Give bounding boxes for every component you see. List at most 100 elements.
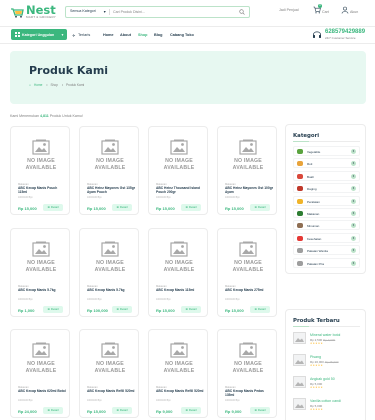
breadcrumb-home[interactable]: Home bbox=[34, 83, 43, 87]
nav-link-blog[interactable]: Blog bbox=[154, 33, 162, 37]
product-name[interactable]: ABC Kecap Manis 115ml bbox=[156, 288, 204, 293]
chevron-down-icon[interactable]: ▼ bbox=[103, 10, 106, 14]
new-product-item[interactable]: Angkak gold 50 Rp 5,000 ★★★★★ bbox=[293, 376, 360, 390]
product-detail-button[interactable]: ⊕ Detail bbox=[250, 407, 270, 414]
product-card[interactable]: NO IMAGE AVAILABLE Makanan ABC Heinz Thousa… bbox=[148, 126, 208, 215]
search-category-select[interactable]: Semua Kategori bbox=[70, 9, 96, 13]
new-product-item[interactable]: Mineral water botol Rp 2,500 Rp 3,000 ★★★★… bbox=[293, 332, 360, 346]
product-card[interactable]: NO IMAGE AVAILABLE Makanan ABC Kecap Manis … bbox=[217, 228, 277, 317]
product-detail-button[interactable]: ⊕ Detail bbox=[250, 306, 270, 313]
category-item[interactable]: Peralatan 6 bbox=[293, 195, 360, 206]
product-name[interactable]: ABC Kecap Manis Pedas 135ml bbox=[225, 389, 273, 398]
nav-link-terlaris[interactable]: Terlaris bbox=[78, 33, 90, 37]
product-detail-button[interactable]: ⊕ Detail bbox=[112, 407, 132, 414]
new-product-name[interactable]: Mineral water botol bbox=[310, 333, 340, 337]
new-product-item[interactable]: Vanilla cotton candi Rp 5,000 ★★★★★ bbox=[293, 398, 360, 412]
search-divider bbox=[109, 9, 110, 15]
product-detail-button[interactable]: ⊕ Detail bbox=[250, 204, 270, 211]
category-item[interactable]: Makanan 6 bbox=[293, 208, 360, 218]
product-name[interactable]: ABC Kecap Manis Refill 520ml bbox=[156, 389, 204, 394]
category-item[interactable]: Pakaian Wanita 6 bbox=[293, 245, 360, 256]
product-name[interactable]: ABC Kecap Manis 5.7kg bbox=[18, 288, 66, 293]
product-card[interactable]: NO IMAGE AVAILABLE Makanan ABC Heinz Mayone… bbox=[217, 126, 277, 215]
product-detail-button[interactable]: ⊕ Detail bbox=[181, 407, 201, 414]
category-item[interactable]: Minuman 6 bbox=[293, 220, 360, 231]
new-product-item[interactable]: Pisang Rp 20,000 Rp 25,000 ★★★★★ bbox=[293, 354, 360, 368]
product-price: Rp 1,000 bbox=[18, 308, 35, 313]
new-product-name[interactable]: Angkak gold 50 bbox=[310, 377, 335, 381]
category-item[interactable]: Kesehatan 6 bbox=[293, 232, 360, 243]
product-image-placeholder[interactable]: NO IMAGE AVAILABLE bbox=[226, 137, 270, 181]
product-image-placeholder[interactable]: NO IMAGE AVAILABLE bbox=[19, 340, 63, 384]
product-detail-button[interactable]: ⊕ Detail bbox=[181, 204, 201, 211]
product-detail-button[interactable]: ⊕ Detail bbox=[43, 204, 63, 211]
product-name[interactable]: ABC Kecap Manis Pouch 115ml bbox=[18, 186, 66, 195]
new-products-title-underline bbox=[293, 326, 360, 327]
category-item[interactable]: Daging 6 bbox=[293, 183, 360, 194]
results-prefix: Kami Menemukan bbox=[10, 114, 39, 118]
product-name[interactable]: ABC Heinz Mayones Gst 135gr Ayam Pouch bbox=[87, 186, 135, 195]
breadcrumb-shop[interactable]: Shop bbox=[50, 83, 57, 87]
product-card[interactable]: NO IMAGE AVAILABLE Makanan ABC Kecap Manis … bbox=[10, 228, 70, 317]
product-detail-button[interactable]: ⊕ Detail bbox=[112, 204, 132, 211]
product-image-placeholder[interactable]: NO IMAGE AVAILABLE bbox=[157, 340, 201, 384]
product-card[interactable]: NO IMAGE AVAILABLE Makanan ABC Kecap Manis … bbox=[79, 329, 139, 418]
nav-link-cabang-toko[interactable]: Cabang Toko bbox=[170, 33, 194, 37]
category-item[interactable]: Pakaian Pria 6 bbox=[293, 257, 360, 268]
product-image-placeholder[interactable]: NO IMAGE AVAILABLE bbox=[88, 137, 132, 181]
support-phone[interactable]: 628579429889 24/7 Customer Service bbox=[312, 29, 372, 43]
brand-logo[interactable]: Nest MART & GROCERY bbox=[10, 4, 58, 22]
nav-link-about[interactable]: About bbox=[120, 33, 131, 37]
cart-button[interactable]: 0 Cart bbox=[313, 4, 335, 18]
product-detail-button[interactable]: ⊕ Detail bbox=[43, 407, 63, 414]
product-image-placeholder[interactable]: NO IMAGE AVAILABLE bbox=[226, 340, 270, 384]
product-card[interactable]: NO IMAGE AVAILABLE Makanan ABC Kecap Manis … bbox=[217, 329, 277, 418]
new-product-name[interactable]: Vanilla cotton candi bbox=[310, 399, 341, 403]
product-image-placeholder[interactable]: NO IMAGE AVAILABLE bbox=[157, 239, 201, 283]
product-image-placeholder[interactable]: NO IMAGE AVAILABLE bbox=[88, 239, 132, 283]
category-panel-title: Kategori bbox=[293, 133, 320, 139]
results-number: 4,811 bbox=[39, 114, 49, 118]
nav-link-home[interactable]: Home bbox=[103, 33, 114, 37]
product-name[interactable]: ABC Kecap Manis Refill 520ml bbox=[87, 389, 135, 394]
product-detail-label: Detail bbox=[119, 205, 128, 209]
product-detail-button[interactable]: ⊕ Detail bbox=[43, 306, 63, 313]
product-name[interactable]: ABC Kecap Manis 275ml bbox=[225, 288, 273, 293]
category-item[interactable]: Vegetable 6 bbox=[293, 146, 360, 156]
category-count-badge: 6 bbox=[351, 186, 356, 192]
product-image-placeholder[interactable]: NO IMAGE AVAILABLE bbox=[157, 137, 201, 181]
product-name[interactable]: ABC Kecap Manis 5.7kg bbox=[87, 288, 135, 293]
product-detail-button[interactable]: ⊕ Detail bbox=[181, 306, 201, 313]
product-vendor: 1000/100 Bijo bbox=[87, 196, 102, 199]
rating-stars-icon: ★★★★★ bbox=[310, 408, 324, 411]
product-image-placeholder[interactable]: NO IMAGE AVAILABLE bbox=[226, 239, 270, 283]
search-icon[interactable] bbox=[239, 9, 245, 15]
product-name[interactable]: ABC Heinz Thousand Island Pouch 200gr bbox=[156, 186, 204, 195]
nav-link-shop[interactable]: Shop bbox=[138, 33, 148, 37]
account-button[interactable]: Akun bbox=[341, 6, 367, 18]
product-name[interactable]: ABC Kecap Manis 620ml Botol bbox=[18, 389, 66, 394]
product-card[interactable]: NO IMAGE AVAILABLE Makanan ABC Kecap Manis … bbox=[148, 228, 208, 317]
product-card[interactable]: NO IMAGE AVAILABLE Makanan ABC Kecap Manis … bbox=[148, 329, 208, 418]
seller-link[interactable]: Jadi Penjual bbox=[279, 8, 299, 12]
product-card[interactable]: NO IMAGE AVAILABLE Makanan ABC Kecap Manis … bbox=[10, 329, 70, 418]
category-item[interactable]: Buah 6 bbox=[293, 170, 360, 181]
product-image-placeholder[interactable]: NO IMAGE AVAILABLE bbox=[88, 340, 132, 384]
category-icon bbox=[297, 149, 303, 154]
product-image-placeholder[interactable]: NO IMAGE AVAILABLE bbox=[19, 137, 63, 181]
browse-categories-button[interactable]: Kategori Unggulan ▼ bbox=[11, 29, 67, 40]
category-label: Kesehatan bbox=[307, 236, 322, 241]
product-detail-button[interactable]: ⊕ Detail bbox=[112, 306, 132, 313]
no-image-text: AVAILABLE bbox=[232, 267, 264, 273]
product-image-placeholder[interactable]: NO IMAGE AVAILABLE bbox=[19, 239, 63, 283]
product-card[interactable]: NO IMAGE AVAILABLE Makanan ABC Heinz Mayone… bbox=[79, 126, 139, 215]
category-item[interactable]: Roti 6 bbox=[293, 158, 360, 169]
new-product-name[interactable]: Pisang bbox=[310, 355, 321, 359]
product-name[interactable]: ABC Heinz Mayones Gst 100gr Ayam bbox=[225, 186, 273, 195]
product-card[interactable]: NO IMAGE AVAILABLE Makanan ABC Kecap Manis … bbox=[79, 228, 139, 317]
image-placeholder-icon bbox=[170, 342, 188, 358]
search-input[interactable] bbox=[113, 8, 233, 16]
product-card[interactable]: NO IMAGE AVAILABLE Makanan ABC Kecap Manis … bbox=[10, 126, 70, 215]
product-detail-label: Detail bbox=[188, 307, 197, 311]
no-image-text: NO IMAGE bbox=[234, 361, 262, 367]
